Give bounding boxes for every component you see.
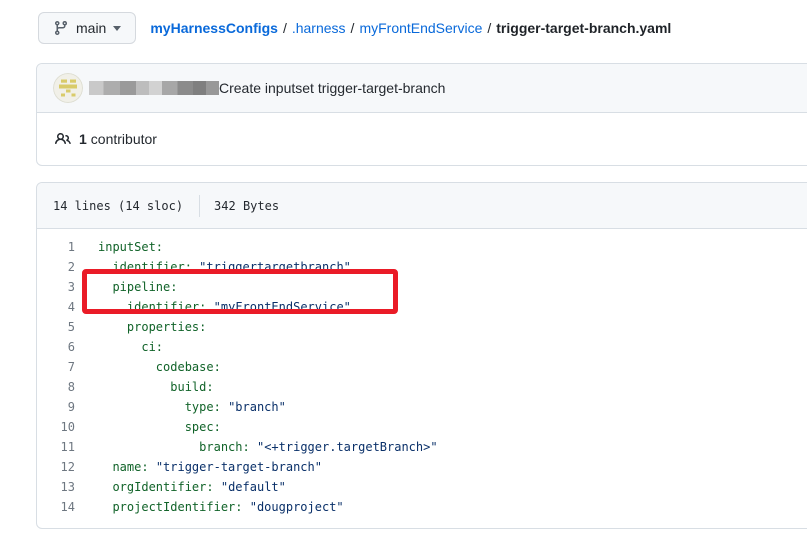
line-number[interactable]: 14 [37, 497, 75, 517]
breadcrumb-filename: trigger-target-branch.yaml [496, 20, 671, 36]
redacted-author-name [89, 81, 219, 95]
code-line-text: identifier: "myFrontEndService" [75, 297, 351, 317]
code-line-text: projectIdentifier: "dougproject" [75, 497, 344, 517]
line-number[interactable]: 6 [37, 337, 75, 357]
github-file-page: main myHarnessConfigs / .harness / myFro… [0, 0, 807, 533]
code-line-text: type: "branch" [75, 397, 286, 417]
code-line-text: ci: [75, 337, 163, 357]
file-size: 342 Bytes [214, 199, 279, 213]
line-number[interactable]: 5 [37, 317, 75, 337]
file-line-count: 14 lines (14 sloc) [53, 199, 183, 213]
code-line-text: spec: [75, 417, 221, 437]
file-navigation-bar: main myHarnessConfigs / .harness / myFro… [38, 12, 671, 44]
git-branch-icon [53, 20, 69, 36]
branch-name: main [76, 20, 106, 36]
avatar[interactable] [53, 73, 83, 103]
code-line-text: properties: [75, 317, 206, 337]
line-number[interactable]: 13 [37, 477, 75, 497]
breadcrumb-dir-link[interactable]: .harness [292, 20, 346, 36]
line-number[interactable]: 9 [37, 397, 75, 417]
latest-commit-header: Create inputset trigger-target-branch [37, 64, 807, 113]
code-line: 8 build: [37, 377, 807, 397]
code-line: 5 properties: [37, 317, 807, 337]
line-number[interactable]: 8 [37, 377, 75, 397]
line-number[interactable]: 4 [37, 297, 75, 317]
line-number[interactable]: 2 [37, 257, 75, 277]
code-line: 7 codebase: [37, 357, 807, 377]
code-line-text: branch: "<+trigger.targetBranch>" [75, 437, 438, 457]
code-line-text: build: [75, 377, 214, 397]
file-meta-header: 14 lines (14 sloc) 342 Bytes [37, 183, 807, 229]
breadcrumb-separator: / [351, 20, 355, 36]
code-line: 14 projectIdentifier: "dougproject" [37, 497, 807, 517]
line-number[interactable]: 12 [37, 457, 75, 477]
latest-commit-box: Create inputset trigger-target-branch 1 … [36, 63, 807, 166]
chevron-down-icon [113, 26, 121, 31]
line-number[interactable]: 11 [37, 437, 75, 457]
code-line: 3 pipeline: [37, 277, 807, 297]
contributor-label: contributor [91, 131, 157, 147]
code-line: 4 identifier: "myFrontEndService" [37, 297, 807, 317]
code-line: 2 identifier: "triggertargetbranch" [37, 257, 807, 277]
line-number[interactable]: 1 [37, 237, 75, 257]
code-line-text: inputSet: [75, 237, 163, 257]
file-content-box: 14 lines (14 sloc) 342 Bytes 1inputSet:2… [36, 182, 807, 529]
line-number[interactable]: 7 [37, 357, 75, 377]
code-line: 12 name: "trigger-target-branch" [37, 457, 807, 477]
breadcrumb-separator: / [283, 20, 287, 36]
code-line: 1inputSet: [37, 237, 807, 257]
code-line-text: name: "trigger-target-branch" [75, 457, 322, 477]
code-line: 10 spec: [37, 417, 807, 437]
people-icon [55, 131, 71, 147]
branch-selector-button[interactable]: main [38, 12, 136, 44]
commit-message[interactable]: Create inputset trigger-target-branch [219, 80, 445, 96]
breadcrumb: myHarnessConfigs / .harness / myFrontEnd… [150, 20, 671, 36]
code-line-text: orgIdentifier: "default" [75, 477, 286, 497]
code-line: 13 orgIdentifier: "default" [37, 477, 807, 497]
code-lines: 1inputSet:2 identifier: "triggertargetbr… [37, 229, 807, 528]
code-line: 6 ci: [37, 337, 807, 357]
line-number[interactable]: 3 [37, 277, 75, 297]
code-line-text: identifier: "triggertargetbranch" [75, 257, 351, 277]
breadcrumb-repo-link[interactable]: myHarnessConfigs [150, 20, 278, 36]
contributor-count: 1 [79, 131, 87, 147]
breadcrumb-separator: / [487, 20, 491, 36]
code-line-text: codebase: [75, 357, 221, 377]
meta-divider [199, 195, 200, 217]
line-number[interactable]: 10 [37, 417, 75, 437]
code-line: 11 branch: "<+trigger.targetBranch>" [37, 437, 807, 457]
breadcrumb-dir-link[interactable]: myFrontEndService [359, 20, 482, 36]
contributors-row[interactable]: 1 contributor [37, 113, 807, 165]
code-line: 9 type: "branch" [37, 397, 807, 417]
code-line-text: pipeline: [75, 277, 177, 297]
